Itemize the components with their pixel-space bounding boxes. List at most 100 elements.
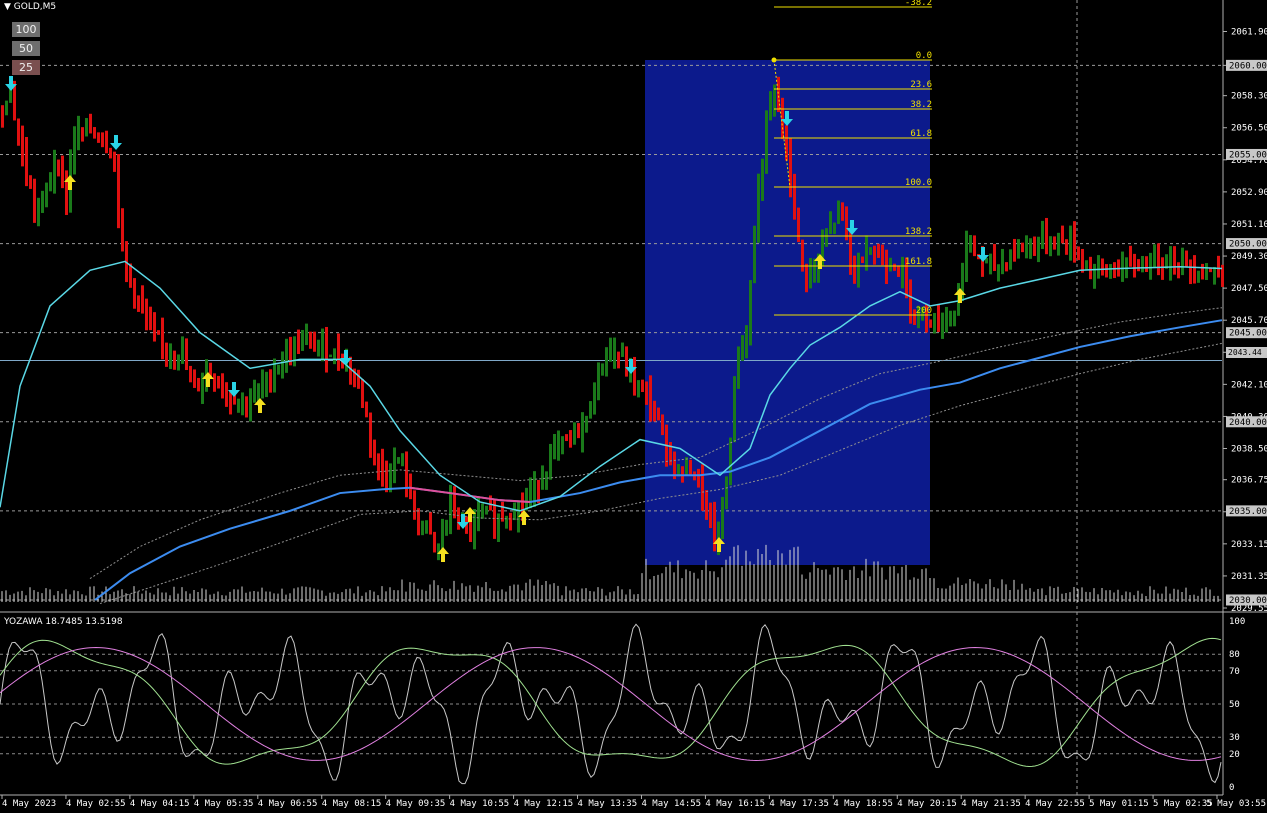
price-bar <box>301 329 304 351</box>
price-bar <box>1145 256 1148 273</box>
chart-canvas[interactable]: -38.20.023.638.261.8100.0138.2161.820020… <box>0 0 1267 813</box>
price-bar <box>217 375 220 389</box>
price-bar <box>945 306 948 333</box>
price-bar <box>989 253 992 275</box>
price-bar <box>1061 225 1064 244</box>
price-bar <box>1105 264 1108 278</box>
price-bar <box>197 377 200 392</box>
price-bar <box>1153 244 1156 269</box>
price-bar <box>313 331 316 352</box>
price-tick-label: 2036.75 <box>1231 476 1267 486</box>
price-bar <box>85 118 88 137</box>
price-bar <box>109 147 112 159</box>
price-bar <box>869 247 872 255</box>
price-bar <box>697 468 700 488</box>
price-bar <box>721 496 724 540</box>
price-bar <box>841 202 844 221</box>
price-bar <box>425 520 428 534</box>
time-tick-label: 4 May 2023 <box>2 799 56 809</box>
price-bar <box>1089 256 1092 280</box>
price-bar <box>1001 248 1004 275</box>
price-bar <box>993 243 996 272</box>
price-bar <box>1081 248 1084 273</box>
price-bar <box>497 513 500 542</box>
price-bar <box>657 407 660 421</box>
price-bar <box>897 265 900 277</box>
price-bar <box>1049 236 1052 257</box>
chart-window: { "header": { "symbol": "GOLD,M5", "coll… <box>0 0 1267 813</box>
price-bar <box>505 515 508 529</box>
price-bar <box>761 158 764 201</box>
price-bar <box>645 381 648 405</box>
price-bar <box>685 457 688 476</box>
price-bar <box>649 375 652 422</box>
time-tick-label: 4 May 10:55 <box>450 799 510 809</box>
level-tag-label: 2060.00 <box>1229 61 1267 71</box>
price-bar <box>329 354 332 358</box>
oscillator-tick-label: 100 <box>1229 617 1245 627</box>
price-bar <box>177 354 180 371</box>
price-bar <box>433 531 436 553</box>
price-bar <box>701 464 704 511</box>
price-bar <box>793 173 796 220</box>
level-tag-label: 2035.00 <box>1229 507 1267 517</box>
price-tick-label: 2051.10 <box>1231 220 1267 230</box>
oscillator-label: YOZAWA 18.7485 13.5198 <box>4 617 123 627</box>
price-bar <box>241 392 244 416</box>
price-bar <box>473 509 476 550</box>
price-bar <box>165 342 168 367</box>
price-bar <box>621 342 624 357</box>
price-bar <box>789 137 792 198</box>
price-bar <box>321 328 324 362</box>
fast-ma-line <box>0 260 1223 512</box>
price-bar <box>633 356 636 396</box>
price-bar <box>469 519 472 543</box>
price-tick-label: 2031.35 <box>1231 572 1267 582</box>
price-bar <box>137 295 140 312</box>
price-bar <box>953 310 956 327</box>
time-tick-label: 4 May 20:15 <box>897 799 957 809</box>
price-bar <box>525 487 528 511</box>
oscillator-tick-label: 0 <box>1229 783 1234 793</box>
price-bar <box>1185 250 1188 268</box>
fib-level-label: -38.2 <box>905 0 932 8</box>
oscillator-fast-line <box>0 623 1222 785</box>
lot-button-25[interactable]: 25 <box>12 60 40 75</box>
price-bar <box>705 490 708 520</box>
price-bar <box>529 477 532 509</box>
triangle-down-icon[interactable]: ▼ <box>4 2 11 12</box>
price-bar <box>637 380 640 398</box>
price-bar <box>317 339 320 357</box>
price-bar <box>1217 255 1220 278</box>
lot-button-50[interactable]: 50 <box>12 41 40 56</box>
price-tick-label: 2052.90 <box>1231 188 1267 198</box>
price-bar <box>253 379 256 403</box>
price-bar <box>1149 252 1152 280</box>
oscillator-tick-label: 20 <box>1229 750 1240 760</box>
price-bar <box>1057 232 1060 256</box>
oscillator-signal-line <box>0 637 1222 767</box>
price-bar <box>565 434 568 442</box>
price-bar <box>589 401 592 419</box>
price-bar <box>121 208 124 252</box>
price-tick-label: 2045.70 <box>1231 316 1267 326</box>
price-tick-label: 2042.10 <box>1231 380 1267 390</box>
price-bar <box>1121 251 1124 282</box>
time-tick-label: 4 May 14:55 <box>641 799 701 809</box>
time-tick-label: 4 May 16:15 <box>705 799 765 809</box>
price-bar <box>249 388 252 422</box>
price-bar <box>373 439 376 466</box>
price-bar <box>337 333 340 371</box>
price-bar <box>161 317 164 360</box>
price-bar <box>641 379 644 392</box>
oscillator-tick-label: 30 <box>1229 733 1240 743</box>
price-bar <box>765 110 768 174</box>
lot-button-100[interactable]: 100 <box>12 22 40 37</box>
price-bar <box>753 225 756 284</box>
price-bar <box>53 149 56 194</box>
price-bar <box>509 512 512 531</box>
price-bar <box>597 362 600 401</box>
price-tick-label: 2049.30 <box>1231 252 1267 262</box>
price-bar <box>141 285 144 314</box>
price-bar <box>41 190 44 213</box>
